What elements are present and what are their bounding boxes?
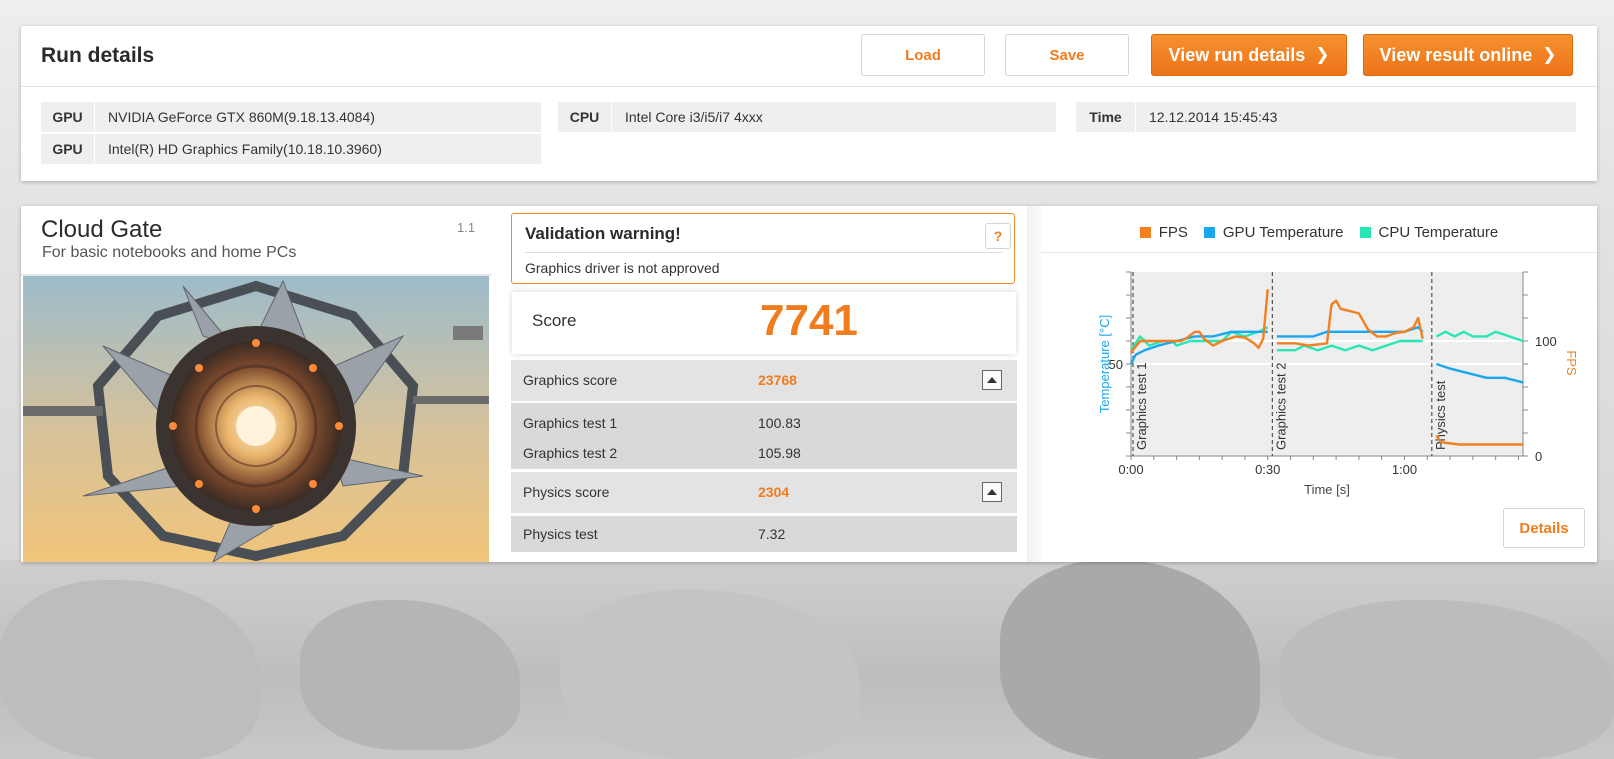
collapse-icon[interactable]: [982, 370, 1002, 390]
graphics-score-label: Graphics score: [523, 372, 618, 388]
validation-warning-box: Validation warning! ? Graphics driver is…: [511, 213, 1015, 284]
y-left-axis-title: Temperature [°C]: [1097, 315, 1112, 413]
physics-test-label: Physics test: [523, 526, 598, 542]
view-run-details-button[interactable]: View run details ❯: [1151, 34, 1347, 76]
physics-score-row[interactable]: Physics score 2304: [511, 472, 1017, 513]
cpu-row: CPU Intel Core i3/i5/i7 4xxx: [558, 102, 1056, 132]
score-value: 7741: [760, 296, 858, 345]
chevron-right-icon: ❯: [1542, 45, 1557, 64]
x-tick-label: 0:00: [1118, 462, 1143, 477]
run-details-panel: Run details Load Save View run details ❯…: [21, 26, 1597, 181]
graphics-score-row[interactable]: Graphics score 23768: [511, 360, 1017, 401]
y-right-axis-title: FPS: [1564, 350, 1579, 376]
graphics-test-1-label: Graphics test 1: [523, 415, 618, 431]
cpu-value: Intel Core i3/i5/i7 4xxx: [625, 109, 763, 125]
legend-label-gpu-temp: GPU Temperature: [1222, 223, 1344, 241]
legend-item-cpu-temp: CPU Temperature: [1359, 223, 1499, 241]
x-tick-label: 1:00: [1392, 462, 1417, 477]
graphics-tests: Graphics test 1 100.83 Graphics test 2 1…: [511, 403, 1017, 469]
view-result-online-label: View result online: [1379, 44, 1533, 65]
gpu-row-1: GPU NVIDIA GeForce GTX 860M(9.18.13.4084…: [41, 102, 541, 132]
section-label: Graphics test 2: [1273, 363, 1288, 450]
legend-divider: [1041, 252, 1597, 253]
gpu-label: GPU: [41, 134, 95, 164]
gpu-value: Intel(R) HD Graphics Family(10.18.10.396…: [108, 141, 382, 157]
graphics-test-1-value: 100.83: [758, 415, 801, 431]
run-details-divider: [21, 86, 1597, 87]
test-version: 1.1: [457, 220, 476, 235]
physics-score-value: 2304: [758, 484, 790, 500]
physics-score-label: Physics score: [523, 484, 610, 500]
score-box: Score 7741: [512, 292, 1016, 354]
time-row: Time 12.12.2014 15:45:43: [1076, 102, 1576, 132]
view-result-online-button[interactable]: View result online ❯: [1363, 34, 1573, 76]
result-panel: Cloud Gate For basic notebooks and home …: [21, 206, 1597, 562]
monitoring-chart: Graphics test 1 Graphics test 2 Physics te…: [1071, 258, 1581, 518]
legend-swatch-cpu-temp: [1359, 226, 1371, 238]
gpu-row-2: GPU Intel(R) HD Graphics Family(10.18.10…: [41, 134, 541, 164]
y-right-tick-label: 0: [1535, 449, 1542, 464]
graphics-test-2-value: 105.98: [758, 445, 801, 461]
legend-label-fps: FPS: [1158, 223, 1188, 241]
graphics-score-value: 23768: [758, 372, 797, 388]
legend-item-gpu-temp: GPU Temperature: [1203, 223, 1344, 241]
section-label: Graphics test 1: [1134, 363, 1149, 450]
panel-separator: [1027, 206, 1041, 562]
warning-divider: [525, 252, 1003, 253]
physics-tests: Physics test 7.32: [511, 516, 1017, 552]
test-subtitle: For basic notebooks and home PCs: [42, 244, 297, 261]
chevron-right-icon: ❯: [1315, 45, 1330, 64]
x-axis-title: Time [s]: [1304, 482, 1350, 497]
test-name: Cloud Gate: [41, 216, 163, 243]
details-button[interactable]: Details: [1503, 508, 1585, 548]
validation-warning-message: Graphics driver is not approved: [525, 260, 720, 276]
monitoring-chart-svg: Graphics test 1 Graphics test 2 Physics te…: [1097, 271, 1579, 497]
legend-swatch-gpu-temp: [1203, 226, 1215, 238]
gpu-value: NVIDIA GeForce GTX 860M(9.18.13.4084): [108, 109, 375, 125]
save-button[interactable]: Save: [1005, 34, 1129, 76]
physics-test-value: 7.32: [758, 526, 786, 542]
time-label: Time: [1076, 102, 1136, 132]
graphics-test-2-label: Graphics test 2: [523, 445, 618, 461]
validation-warning-title: Validation warning!: [525, 224, 681, 243]
chart-legend: FPS GPU Temperature CPU Temperature: [1041, 216, 1597, 248]
x-tick-label: 0:30: [1255, 462, 1280, 477]
collapse-icon[interactable]: [982, 482, 1002, 502]
legend-swatch-fps: [1139, 226, 1151, 238]
legend-label-cpu-temp: CPU Temperature: [1378, 223, 1499, 241]
run-details-title: Run details: [41, 44, 155, 67]
load-button[interactable]: Load: [861, 34, 985, 76]
help-button[interactable]: ?: [985, 223, 1011, 249]
score-label: Score: [532, 311, 577, 330]
cpu-label: CPU: [558, 102, 612, 132]
legend-item-fps: FPS: [1139, 223, 1188, 241]
time-value: 12.12.2014 15:45:43: [1149, 109, 1278, 125]
view-run-details-label: View run details: [1168, 44, 1306, 65]
gpu-label: GPU: [41, 102, 95, 132]
y-right-tick-label: 100: [1535, 334, 1557, 349]
cloud-gate-image: [23, 276, 489, 562]
